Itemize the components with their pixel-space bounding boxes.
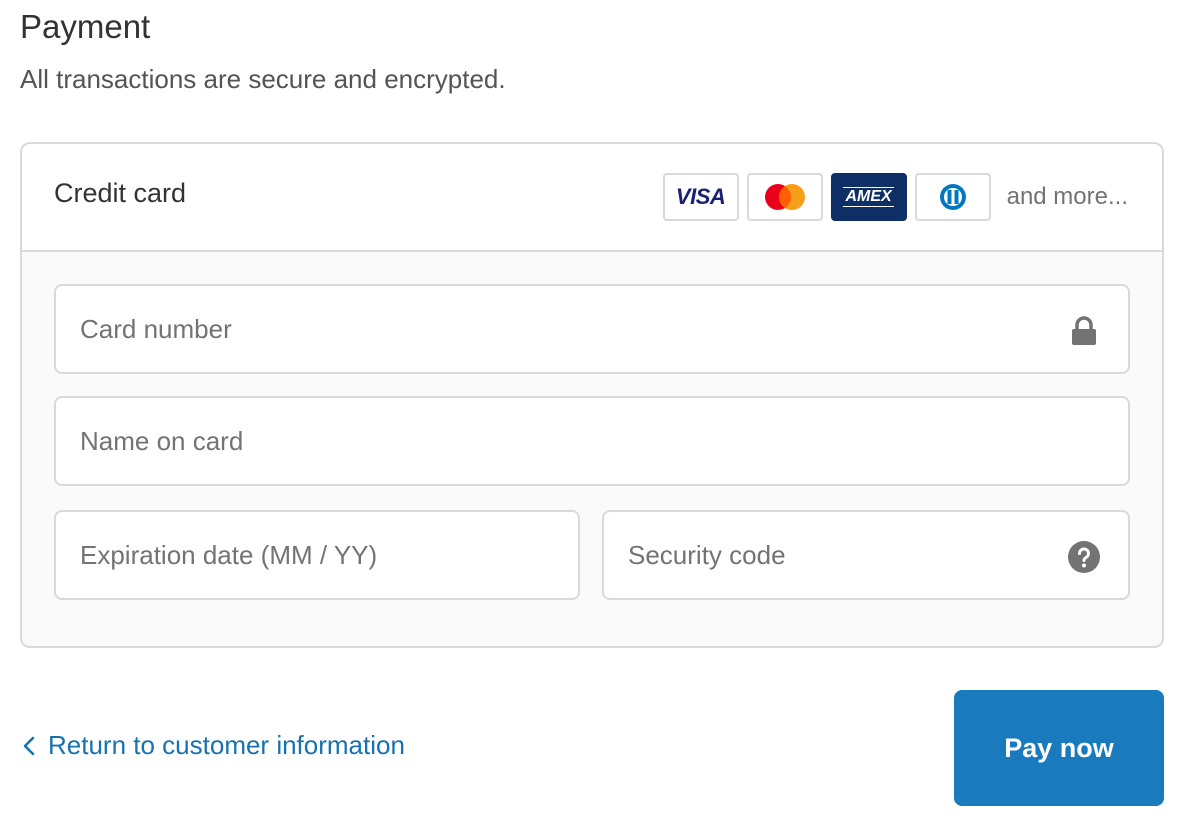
diners-club-icon <box>914 173 991 221</box>
return-link-label: Return to customer information <box>48 730 405 760</box>
page-title: Payment <box>20 8 151 45</box>
mastercard-icon <box>746 173 823 221</box>
payment-panel: Credit card VISA AMEX and more... Card n… <box>20 142 1164 648</box>
card-brands: VISA AMEX and more... <box>655 173 1128 221</box>
amex-logo-text: AMEX <box>843 187 894 207</box>
card-number-input[interactable] <box>56 286 1128 372</box>
amex-icon: AMEX <box>830 173 907 221</box>
payment-method-header[interactable]: Credit card VISA AMEX and more... <box>22 144 1162 252</box>
visa-icon: VISA <box>662 173 739 221</box>
return-to-customer-info-link[interactable]: Return to customer information <box>20 730 405 761</box>
name-on-card-field <box>54 396 1130 486</box>
more-brands-text: and more... <box>1006 183 1128 210</box>
expiration-date-input[interactable] <box>56 512 578 598</box>
name-on-card-input[interactable] <box>56 398 1128 484</box>
security-code-input[interactable] <box>604 512 1128 598</box>
visa-logo-text: VISA <box>675 184 726 209</box>
help-icon[interactable] <box>1068 541 1100 573</box>
payment-page: Payment All transactions are secure and … <box>0 0 1186 826</box>
page-subtitle: All transactions are secure and encrypte… <box>20 64 506 94</box>
expiration-date-field <box>54 510 580 600</box>
payment-method-label: Credit card <box>54 178 187 208</box>
lock-icon <box>1068 315 1100 347</box>
pay-now-button[interactable]: Pay now <box>954 690 1164 806</box>
chevron-left-icon <box>23 736 35 755</box>
security-code-field <box>602 510 1130 600</box>
card-number-field <box>54 284 1130 374</box>
